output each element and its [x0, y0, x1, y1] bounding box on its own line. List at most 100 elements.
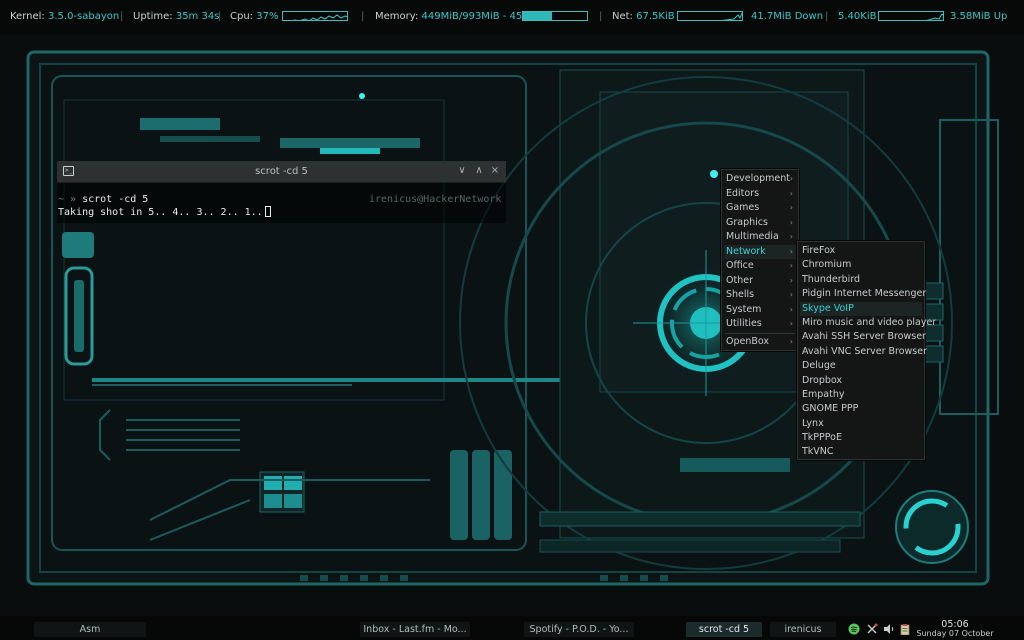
menu-item-editors[interactable]: Editors › — [724, 187, 796, 201]
net-up-graph — [878, 11, 944, 21]
net-down-stat: Net: 67.5KiB — [612, 11, 675, 22]
memory-value: 449MiB/993MiB - 45% — [421, 11, 532, 22]
menu-item-label: Network — [726, 245, 766, 257]
terminal-titlebar[interactable]: >_ scrot -cd 5 ∨ ∧ × — [57, 161, 506, 183]
separator: | — [599, 11, 603, 22]
menu-item-games[interactable]: Games › — [724, 201, 796, 215]
net-up-graph-line — [925, 13, 943, 20]
clipboard-icon[interactable] — [899, 623, 911, 635]
net-down-total: 41.7MiB Down — [751, 11, 824, 22]
prompt-symbol: ~ » — [58, 194, 77, 205]
task-spotify[interactable]: Spotify - P.O.D. - Yo... — [524, 622, 634, 637]
close-button[interactable]: × — [489, 165, 501, 177]
net-up-rate: 5.40KiB — [838, 11, 877, 22]
network-submenu[interactable]: FireFox Chromium Thunderbird Pidgin Inte… — [797, 241, 936, 460]
terminal-title: scrot -cd 5 — [255, 166, 308, 177]
separator: | — [825, 11, 829, 22]
task-irenicus[interactable]: irenicus — [770, 622, 836, 637]
taskbar: Asm Inbox - Last.fm - Mo... Spotify - P.… — [0, 616, 1024, 640]
minimize-button[interactable]: ∨ — [456, 165, 468, 177]
net-up-total: 3.58MiB Up — [950, 11, 1008, 22]
uptime-stat: Uptime: 35m 34s — [133, 11, 219, 22]
menu-item-label: Editors — [726, 187, 760, 199]
memory-stat: Memory: 449MiB/993MiB - 45% — [375, 11, 532, 22]
cpu-graph-line — [292, 14, 347, 20]
terminal-output: Taking shot in 5.. 4.. 3.. 2.. 1.. — [58, 207, 263, 218]
menu-item-shells[interactable]: Shells › — [724, 288, 796, 302]
submenu-item-avahi-vnc[interactable]: Avahi VNC Server Browser — [800, 345, 927, 359]
submenu-arrow-icon: › — [789, 304, 793, 314]
menu-item-label: System — [726, 303, 762, 315]
submenu-arrow-icon: › — [789, 217, 793, 227]
submenu-item-chromium[interactable]: Chromium — [800, 258, 922, 272]
submenu-item-pidgin[interactable]: Pidgin Internet Messenger — [800, 287, 926, 301]
submenu-arrow-icon: › — [789, 246, 793, 256]
volume-icon[interactable] — [883, 623, 895, 635]
submenu-arrow-icon: › — [789, 290, 793, 299]
spotify-icon[interactable] — [848, 623, 860, 635]
menu-item-label: Shells — [726, 289, 755, 300]
task-asm[interactable]: Asm — [34, 622, 146, 637]
net-label: Net: — [612, 11, 633, 22]
separator: | — [361, 11, 365, 22]
menu-item-other[interactable]: Other › — [724, 274, 796, 288]
terminal-command-line[interactable]: ~ » scrot -cd 5 — [58, 194, 148, 205]
submenu-item-miro[interactable]: Miro music and video player — [800, 316, 936, 330]
maximize-button[interactable]: ∧ — [473, 165, 485, 177]
task-terminal[interactable]: scrot -cd 5 — [686, 622, 762, 637]
kernel-stat: Kernel: 3.5.0-sabayon — [10, 11, 119, 22]
menu-item-office[interactable]: Office › — [724, 259, 796, 273]
menu-item-network[interactable]: Network › — [724, 244, 796, 259]
submenu-item-lynx[interactable]: Lynx — [800, 417, 922, 431]
menu-item-graphics[interactable]: Graphics › — [724, 216, 796, 230]
network-tools-icon[interactable] — [866, 623, 878, 635]
menu-item-utilities[interactable]: Utilities › — [724, 317, 796, 331]
root-menu[interactable]: Development › Editors › Games › Graphics › M… — [721, 169, 799, 351]
submenu-item-tkvnc[interactable]: TkVNC — [800, 446, 922, 457]
terminal-window[interactable]: >_ scrot -cd 5 ∨ ∧ × ~ » scrot -cd 5 Tak… — [57, 161, 506, 223]
menu-item-system[interactable]: System › — [724, 303, 796, 317]
terminal-host: irenicus@HackerNetwork — [369, 194, 502, 205]
kernel-value: 3.5.0-sabayon — [47, 11, 120, 22]
task-inbox[interactable]: Inbox - Last.fm - Mo... — [360, 622, 470, 637]
submenu-item-firefox[interactable]: FireFox — [800, 244, 922, 258]
menu-item-development[interactable]: Development › — [724, 172, 796, 186]
separator: | — [120, 11, 124, 22]
terminal-command: scrot -cd 5 — [82, 194, 149, 205]
submenu-item-thunderbird[interactable]: Thunderbird — [800, 273, 922, 287]
cpu-graph — [282, 11, 348, 21]
cpu-stat: Cpu: 37% — [230, 11, 278, 22]
clock-date: Sunday 07 October — [916, 629, 994, 638]
net-down-graph-line — [721, 12, 742, 20]
uptime-label: Uptime: — [133, 11, 173, 22]
menu-item-label: Multimedia — [726, 231, 779, 242]
terminal-cursor — [264, 206, 271, 217]
submenu-item-tkpppoe[interactable]: TkPPPoE — [800, 431, 922, 445]
submenu-arrow-icon: › — [789, 174, 793, 183]
submenu-item-gnome-ppp[interactable]: GNOME PPP — [800, 402, 922, 416]
terminal-output-line: Taking shot in 5.. 4.. 3.. 2.. 1.. — [58, 206, 271, 218]
submenu-item-dropbox[interactable]: Dropbox — [800, 374, 922, 388]
net-down-rate: 67.5KiB — [636, 11, 675, 22]
menu-item-label: Other — [726, 274, 753, 286]
submenu-item-deluge[interactable]: Deluge — [800, 359, 922, 373]
menu-item-multimedia[interactable]: Multimedia › — [724, 230, 796, 244]
menu-item-label: Office — [726, 260, 754, 271]
menu-item-openbox[interactable]: OpenBox › — [724, 335, 796, 349]
uptime-value: 35m 34s — [175, 11, 220, 22]
submenu-item-empathy[interactable]: Empathy — [800, 388, 922, 402]
separator: | — [218, 11, 222, 22]
menu-item-label: OpenBox — [726, 336, 770, 347]
status-bar: Kernel: 3.5.0-sabayon | Uptime: 35m 34s … — [0, 0, 1024, 34]
submenu-item-skype[interactable]: Skype VoIP — [800, 301, 922, 316]
cpu-label: Cpu: — [230, 11, 254, 22]
kernel-label: Kernel: — [10, 11, 45, 22]
submenu-arrow-icon: › — [789, 203, 793, 212]
submenu-item-avahi-ssh[interactable]: Avahi SSH Server Browser — [800, 330, 926, 344]
net-down-graph — [677, 11, 743, 21]
menu-separator — [725, 333, 795, 334]
menu-item-label: Graphics — [726, 216, 768, 228]
submenu-arrow-icon: › — [789, 261, 793, 270]
cpu-value: 37% — [256, 11, 279, 22]
submenu-arrow-icon: › — [789, 319, 793, 328]
